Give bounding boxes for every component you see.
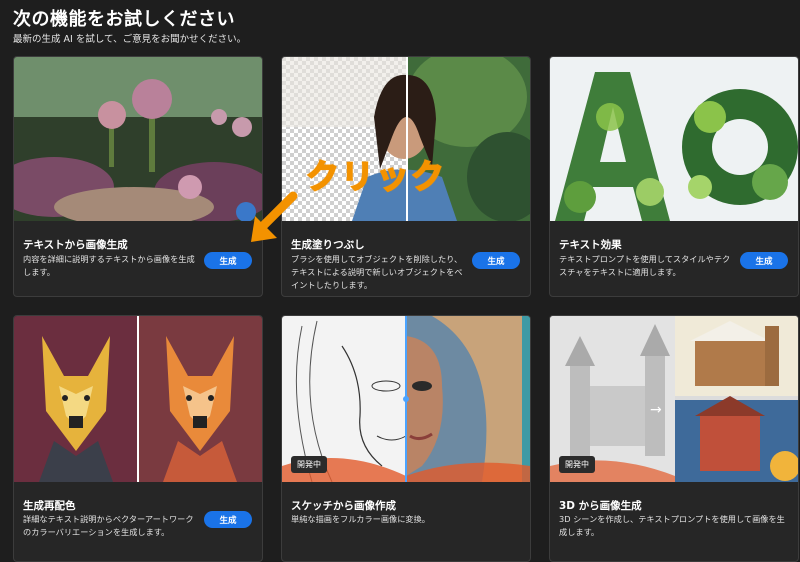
generate-button[interactable]: 生成 [740,252,788,269]
svg-text:→: → [650,402,662,418]
click-annotation: クリック [305,156,446,197]
card-description: テキストプロンプトを使用してスタイルやテクスチャをテキストに適用します。 [559,254,731,277]
card-description: 3D シーンを作成し、テキストプロンプトを使用して画像を生成します。 [559,514,785,537]
card-sketch-to-image[interactable]: 開発中 スケッチから画像作成 単純な描画をフルカラー画像に変換。 [281,315,531,562]
status-badge: 開発中 [559,456,595,473]
card-title: テキスト効果 [559,239,622,251]
card-thumbnail [14,57,262,221]
card-thumbnail [14,316,262,482]
card-text-to-image[interactable]: テキストから画像生成 内容を詳細に説明するテキストから画像を生成します。 生成 [13,56,263,297]
card-title: テキストから画像生成 [23,239,128,251]
status-badge: 開発中 [291,456,327,473]
generate-button[interactable]: 生成 [204,511,252,528]
card-title: 生成再配色 [23,500,76,512]
card-text-effects[interactable]: テキスト効果 テキストプロンプトを使用してスタイルやテクスチャをテキストに適用し… [549,56,799,297]
page-subtitle: 最新の生成 AI を試して、ご意見をお聞かせください。 [13,34,247,45]
card-3d-to-image[interactable]: → 開発中 3D から画像生成 3D シーンを作成し、テキストプロンプトを使用し… [549,315,799,562]
card-title: スケッチから画像作成 [291,500,396,512]
generate-button[interactable]: 生成 [204,252,252,269]
card-description: 内容を詳細に説明するテキストから画像を生成します。 [23,254,195,277]
generate-button[interactable]: 生成 [472,252,520,269]
card-generative-recolor[interactable]: 生成再配色 詳細なテキスト説明からベクターアートワークのカラーバリエーションを生… [13,315,263,562]
card-thumbnail [550,57,798,221]
page-title: 次の機能をお試しください [13,9,235,30]
card-description: ブラシを使用してオブジェクトを削除したり、テキストによる説明で新しいオブジェクト… [291,254,463,290]
card-title: 3D から画像生成 [559,500,642,512]
card-description: 単純な描画をフルカラー画像に変換。 [291,514,430,524]
card-description: 詳細なテキスト説明からベクターアートワークのカラーバリエーションを生成します。 [23,514,194,537]
annotation-arrow-icon [251,191,298,242]
